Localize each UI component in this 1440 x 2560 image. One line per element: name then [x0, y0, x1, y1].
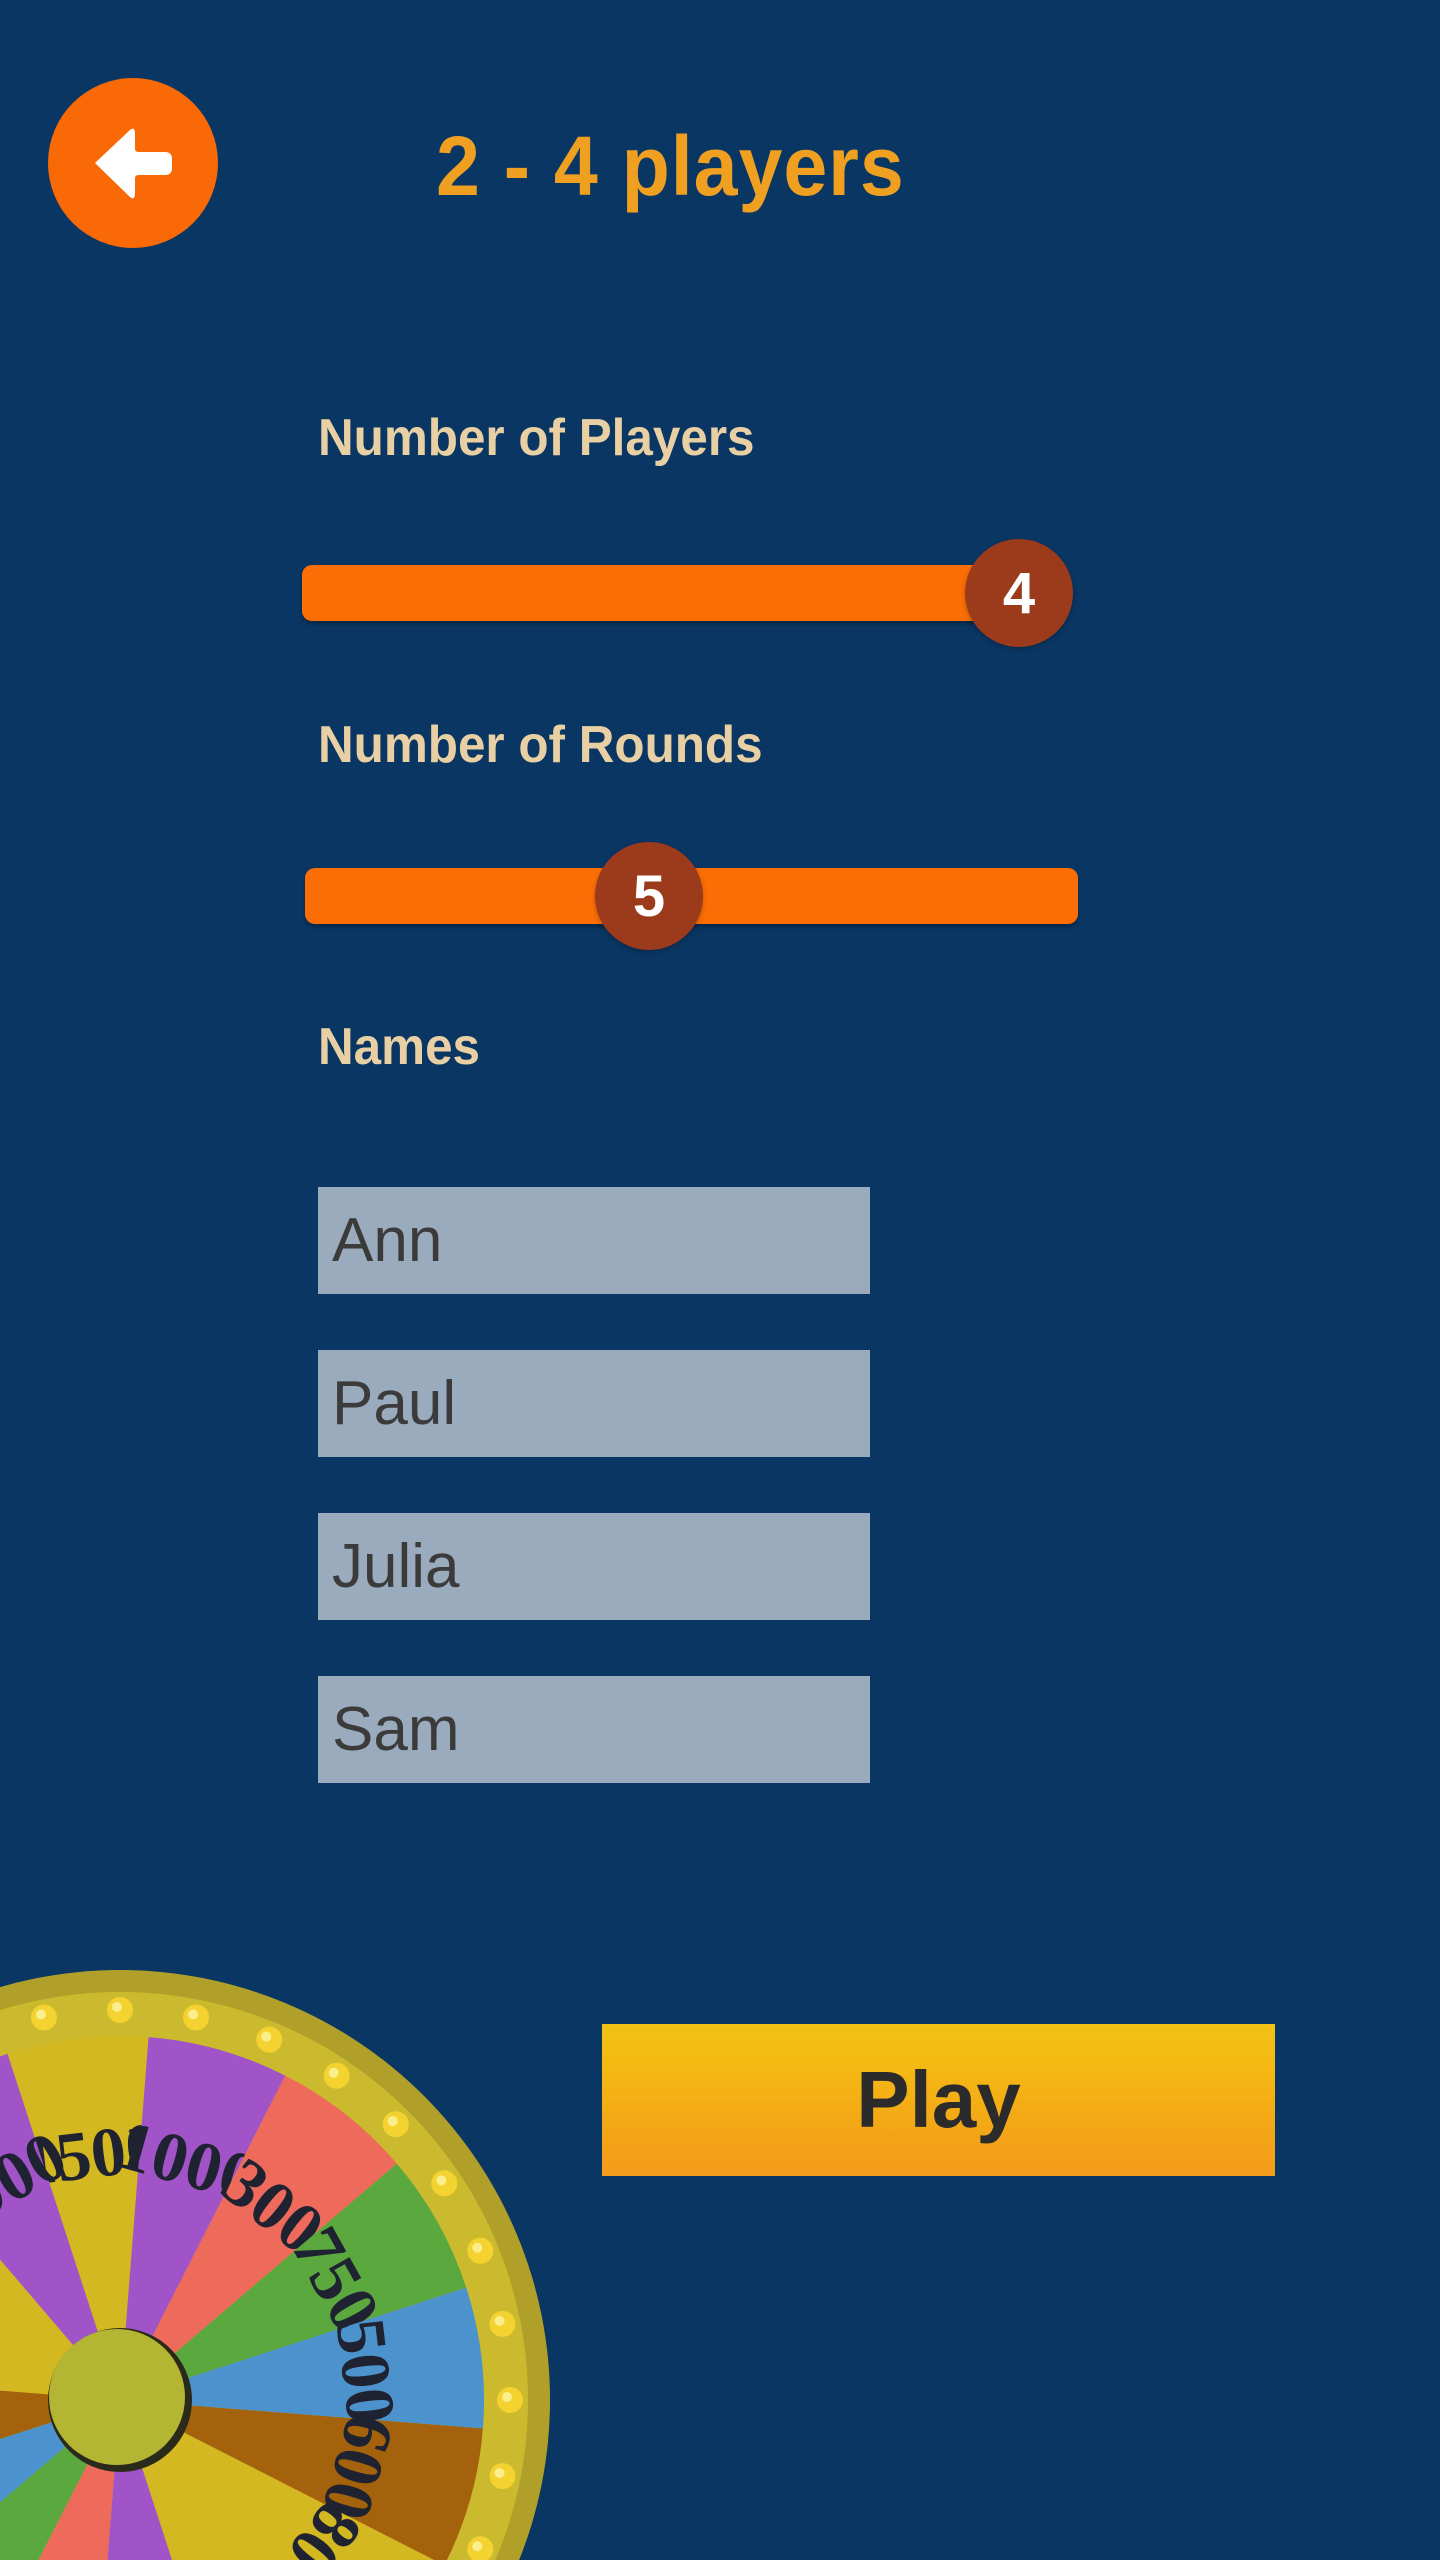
player-name-input-3[interactable] [318, 1513, 870, 1620]
prize-wheel-decoration: 1500100030075050060080015001000300750500… [0, 1960, 560, 2560]
player-name-input-2[interactable] [318, 1350, 870, 1457]
svg-text:750: 750 [0, 2531, 32, 2560]
svg-text:300: 300 [208, 2144, 338, 2269]
svg-text:800: 800 [251, 2488, 376, 2560]
header: 2 - 4 players [0, 0, 1440, 290]
play-button[interactable]: Play [602, 2024, 1275, 2176]
names-list [318, 1187, 870, 1783]
players-slider-thumb[interactable]: 4 [965, 539, 1073, 647]
player-name-input-4[interactable] [318, 1676, 870, 1783]
back-button[interactable] [48, 78, 218, 248]
svg-text:1000: 1000 [0, 2117, 79, 2253]
arrow-left-icon [81, 111, 185, 215]
svg-text:1500: 1500 [17, 2109, 165, 2202]
rounds-label: Number of Rounds [318, 716, 763, 774]
players-slider-track[interactable] [302, 565, 1020, 621]
svg-text:1500: 1500 [161, 2547, 321, 2560]
players-label: Number of Players [318, 409, 755, 467]
page-title: 2 - 4 players [436, 119, 905, 213]
svg-text:600: 600 [306, 2406, 409, 2528]
svg-text:750: 750 [276, 2215, 394, 2344]
svg-text:1000: 1000 [109, 2107, 265, 2219]
player-name-input-1[interactable] [318, 1187, 870, 1294]
names-label: Names [318, 1018, 481, 1076]
svg-text:500: 500 [321, 2314, 410, 2427]
rounds-slider-thumb[interactable]: 5 [595, 842, 703, 950]
players-slider[interactable]: 4 [300, 525, 1140, 647]
rounds-slider[interactable]: 5 [300, 828, 1140, 950]
